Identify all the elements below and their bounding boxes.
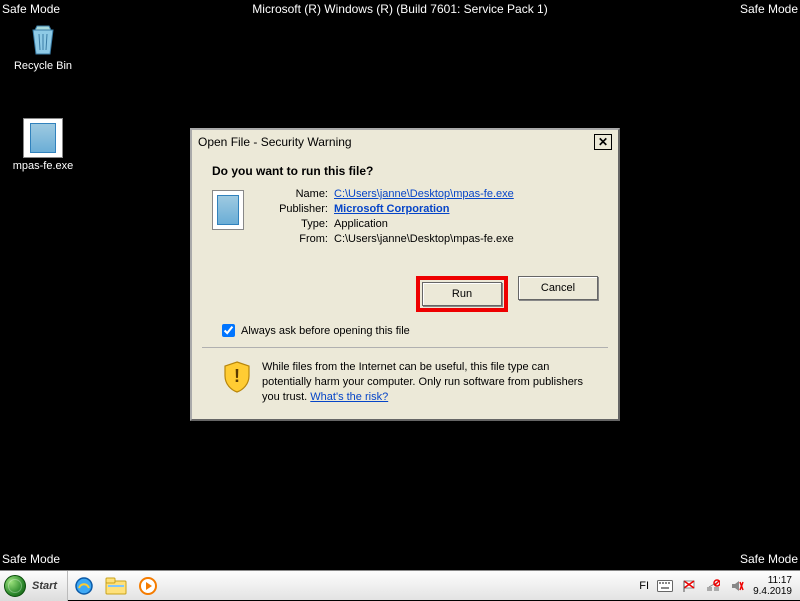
tray-network-icon[interactable]: [705, 578, 721, 594]
tray-flag-icon[interactable]: [681, 578, 697, 594]
desktop-file-label: mpas-fe.exe: [8, 160, 78, 172]
safemode-bottomright: Safe Mode: [740, 552, 798, 566]
type-value: Application: [334, 218, 388, 230]
windows-orb-icon: [4, 575, 26, 597]
always-ask-checkbox[interactable]: [222, 324, 235, 337]
run-button[interactable]: Run: [422, 282, 502, 306]
safemode-topleft: Safe Mode: [2, 2, 60, 16]
dialog-titlebar[interactable]: Open File - Security Warning ✕: [192, 130, 618, 154]
cancel-button[interactable]: Cancel: [518, 276, 598, 300]
safemode-bottomleft: Safe Mode: [2, 552, 60, 566]
quicklaunch-explorer[interactable]: [102, 574, 130, 598]
clock-time: 11:17: [753, 575, 792, 586]
system-clock[interactable]: 11:17 9.4.2019: [753, 575, 792, 597]
run-button-highlight: Run: [416, 276, 508, 312]
whats-the-risk-link[interactable]: What's the risk?: [310, 391, 388, 403]
application-icon: [212, 190, 244, 230]
publisher-link[interactable]: Microsoft Corporation: [334, 203, 450, 215]
file-icon: [23, 118, 63, 158]
windows-build-label: Microsoft (R) Windows (R) (Build 7601: S…: [252, 2, 547, 16]
taskbar: Start FI 11:17 9.4.2019: [0, 570, 800, 600]
shield-warning-icon: !: [222, 360, 252, 394]
start-label: Start: [32, 580, 57, 592]
dialog-question: Do you want to run this file?: [212, 164, 598, 178]
desktop-file-mpasfe[interactable]: mpas-fe.exe: [8, 118, 78, 172]
close-button[interactable]: ✕: [594, 134, 612, 150]
security-warning-dialog: Open File - Security Warning ✕ Do you wa…: [190, 128, 620, 421]
tray-volume-icon[interactable]: [729, 578, 745, 594]
always-ask-label: Always ask before opening this file: [241, 325, 410, 337]
recycle-bin-icon[interactable]: Recycle Bin: [8, 18, 78, 72]
start-button[interactable]: Start: [0, 571, 68, 601]
quicklaunch-mediaplayer[interactable]: [134, 574, 162, 598]
recycle-bin-label: Recycle Bin: [8, 60, 78, 72]
tray-keyboard-icon[interactable]: [657, 578, 673, 594]
file-name-link[interactable]: C:\Users\janne\Desktop\mpas-fe.exe: [334, 188, 514, 200]
type-label: Type:: [258, 218, 328, 230]
from-label: From:: [258, 233, 328, 245]
language-indicator[interactable]: FI: [639, 580, 649, 592]
safemode-topright: Safe Mode: [740, 2, 798, 16]
publisher-label: Publisher:: [258, 203, 328, 215]
trash-icon: [23, 18, 63, 58]
svg-text:!: !: [234, 366, 240, 386]
name-label: Name:: [258, 188, 328, 200]
from-value: C:\Users\janne\Desktop\mpas-fe.exe: [334, 233, 514, 245]
quicklaunch-ie[interactable]: [70, 574, 98, 598]
warning-text: While files from the Internet can be use…: [262, 360, 598, 405]
dialog-title: Open File - Security Warning: [198, 135, 352, 149]
clock-date: 9.4.2019: [753, 586, 792, 597]
